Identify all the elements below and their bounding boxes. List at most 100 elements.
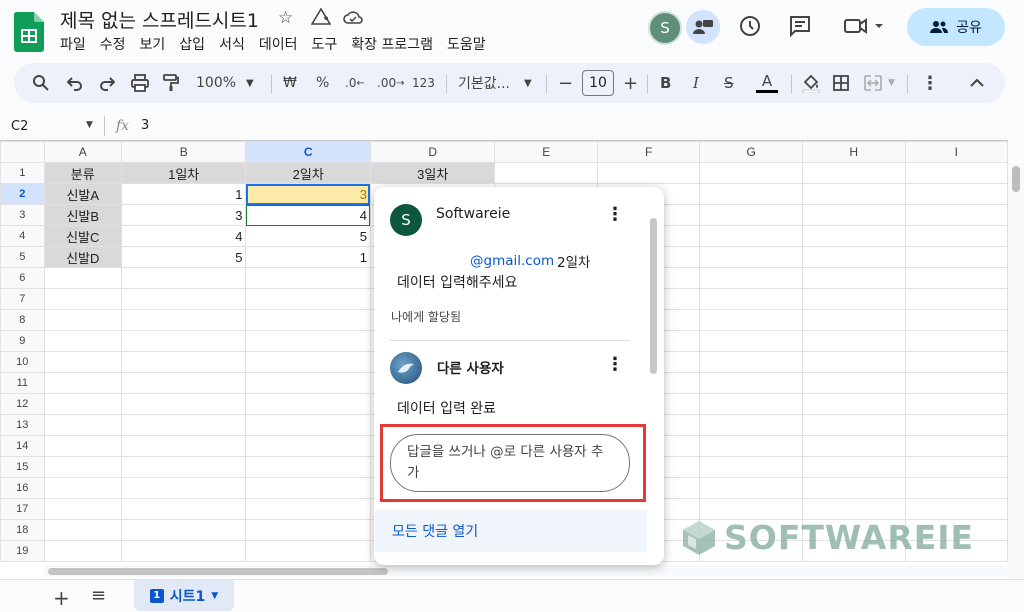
select-all-corner[interactable] [0, 141, 45, 163]
history-icon[interactable] [738, 14, 762, 38]
cell-H9[interactable] [801, 330, 906, 352]
cell-H5[interactable] [801, 246, 906, 268]
cell-B16[interactable] [120, 477, 247, 499]
name-box[interactable]: C2 [11, 119, 28, 134]
row-header[interactable]: 6 [0, 267, 45, 289]
cell-B3[interactable]: 3 [120, 204, 247, 226]
cell-A19[interactable] [43, 540, 122, 562]
paint-format-icon[interactable] [163, 63, 179, 103]
cell-A3[interactable]: 신발B [43, 204, 122, 226]
comment-more-icon[interactable]: ⋮ [606, 206, 624, 224]
cell-B18[interactable] [120, 519, 247, 541]
cell-B6[interactable] [120, 267, 247, 289]
menu-view[interactable]: 보기 [140, 34, 166, 54]
cell-B9[interactable] [120, 330, 247, 352]
italic-button[interactable]: I [693, 63, 699, 103]
cell-I1[interactable] [904, 162, 1008, 184]
font-size-input[interactable]: 10 [582, 70, 614, 96]
cell-C19[interactable] [245, 540, 371, 562]
cell-A13[interactable] [43, 414, 122, 436]
cell-A7[interactable] [43, 288, 122, 310]
menu-extensions[interactable]: 확장 프로그램 [351, 34, 433, 54]
cell-A15[interactable] [43, 456, 122, 478]
sheets-logo[interactable] [14, 12, 44, 52]
cell-G3[interactable] [699, 204, 803, 226]
undo-icon[interactable] [67, 63, 83, 103]
font-size-increase-button[interactable]: + [623, 63, 638, 103]
cell-A2[interactable]: 신발A [43, 183, 122, 205]
cell-H13[interactable] [801, 414, 906, 436]
cell-A12[interactable] [43, 393, 122, 415]
row-header[interactable]: 16 [0, 477, 45, 499]
cell-B4[interactable]: 4 [120, 225, 247, 247]
formula-input[interactable]: 3 [141, 118, 149, 133]
column-header[interactable]: A [43, 141, 122, 163]
cell-A16[interactable] [43, 477, 122, 499]
cell-I8[interactable] [904, 309, 1008, 331]
bold-button[interactable]: B [660, 63, 671, 103]
menu-file[interactable]: 파일 [60, 34, 86, 54]
reply-more-icon[interactable]: ⋮ [606, 356, 624, 374]
menu-insert[interactable]: 삽입 [179, 34, 205, 54]
cell-H7[interactable] [801, 288, 906, 310]
cell-G11[interactable] [699, 372, 803, 394]
add-sheet-icon[interactable]: + [53, 586, 70, 610]
row-header[interactable]: 9 [0, 330, 45, 352]
cell-G13[interactable] [699, 414, 803, 436]
cell-C12[interactable] [245, 393, 371, 415]
cell-H4[interactable] [801, 225, 906, 247]
menu-tools[interactable]: 도구 [311, 34, 337, 54]
cell-I3[interactable] [904, 204, 1008, 226]
cell-I17[interactable] [904, 498, 1008, 520]
cell-B19[interactable] [120, 540, 247, 562]
cell-I11[interactable] [904, 372, 1008, 394]
font-select[interactable]: 기본값... ▼ [458, 63, 532, 103]
cell-B7[interactable] [120, 288, 247, 310]
cell-C15[interactable] [245, 456, 371, 478]
merge-cells-icon[interactable]: ▼ [864, 63, 895, 103]
all-sheets-icon[interactable]: ≡ [91, 585, 106, 606]
cell-C16[interactable] [245, 477, 371, 499]
cell-B1[interactable]: 1일차 [120, 162, 247, 184]
cell-C9[interactable] [245, 330, 371, 352]
cell-B12[interactable] [120, 393, 247, 415]
cell-I16[interactable] [904, 477, 1008, 499]
cell-A1[interactable]: 분류 [43, 162, 122, 184]
cell-I4[interactable] [904, 225, 1008, 247]
cell-I5[interactable] [904, 246, 1008, 268]
cell-G16[interactable] [699, 477, 803, 499]
cell-C11[interactable] [245, 372, 371, 394]
cell-H12[interactable] [801, 393, 906, 415]
cell-C6[interactable] [245, 267, 371, 289]
cell-B15[interactable] [120, 456, 247, 478]
cloud-status-icon[interactable] [342, 8, 364, 31]
cell-G7[interactable] [699, 288, 803, 310]
column-header[interactable]: H [801, 141, 906, 163]
collapse-toolbar-icon[interactable] [970, 63, 984, 103]
row-header[interactable]: 14 [0, 435, 45, 457]
cell-C14[interactable] [245, 435, 371, 457]
document-title[interactable]: 제목 없는 스프레드시트1 [60, 6, 259, 33]
increase-decimal-button[interactable]: .00 → [377, 63, 404, 103]
column-header[interactable]: B [120, 141, 247, 163]
move-icon[interactable] [310, 7, 332, 31]
strikethrough-button[interactable]: S [724, 63, 734, 103]
cell-A17[interactable] [43, 498, 122, 520]
horizontal-scroll-thumb[interactable] [48, 568, 388, 575]
cell-G10[interactable] [699, 351, 803, 373]
cell-I6[interactable] [904, 267, 1008, 289]
cell-H10[interactable] [801, 351, 906, 373]
cell-H11[interactable] [801, 372, 906, 394]
cell-H17[interactable] [801, 498, 906, 520]
row-header[interactable]: 7 [0, 288, 45, 310]
currency-format-button[interactable]: ₩ [283, 63, 297, 103]
cell-H2[interactable] [801, 183, 906, 205]
user-avatar[interactable]: S [648, 11, 682, 45]
cell-H3[interactable] [801, 204, 906, 226]
column-header[interactable]: C [245, 141, 371, 163]
cell-A18[interactable] [43, 519, 122, 541]
cell-I15[interactable] [904, 456, 1008, 478]
cell-C3[interactable]: 4 [245, 204, 371, 226]
cell-A10[interactable] [43, 351, 122, 373]
vertical-scrollbar[interactable] [1008, 164, 1024, 578]
